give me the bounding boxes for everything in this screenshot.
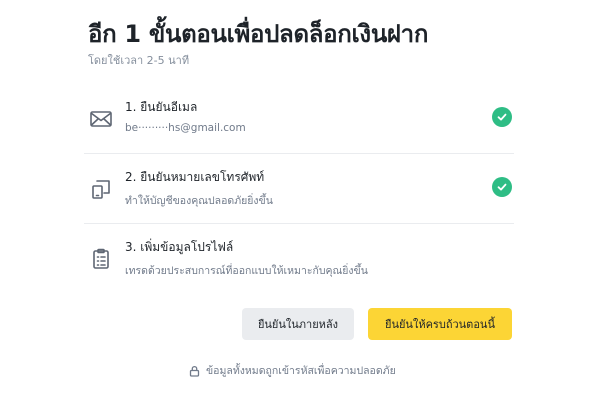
verification-steps: 1. ยืนยันอีเมล be·········hs@gmail.com 2… — [84, 84, 514, 294]
step-verify-phone[interactable]: 2. ยืนยันหมายเลขโทรศัพท์ ทำให้บัญชีของคุ… — [84, 154, 514, 224]
step-title: 3. เพิ่มข้อมูลโปรไฟล์ — [125, 240, 234, 254]
check-icon — [492, 107, 512, 127]
lock-icon — [189, 365, 200, 377]
email-value: be·········hs@gmail.com — [125, 122, 246, 134]
step-description: ทำให้บัญชีของคุณปลอดภัยยิ่งขึ้น — [125, 195, 273, 207]
mail-icon — [88, 106, 114, 132]
step-add-profile[interactable]: 3. เพิ่มข้อมูลโปรไฟล์ เทรดด้วยประสบการณ์… — [84, 224, 514, 294]
page-title: อีก 1 ขั้นตอนเพื่อปลดล็อกเงินฝาก — [88, 20, 429, 48]
security-note-text: ข้อมูลทั้งหมดถูกเข้ารหัสเพื่อความปลอดภัย — [206, 365, 396, 377]
step-title: 2. ยืนยันหมายเลขโทรศัพท์ — [125, 170, 265, 184]
clipboard-icon — [88, 246, 114, 272]
step-description: เทรดด้วยประสบการณ์ที่ออกแบบให้เหมาะกับคุ… — [125, 265, 368, 277]
verify-later-button[interactable]: ยืนยันในภายหลัง — [242, 308, 354, 340]
check-icon — [492, 177, 512, 197]
security-note: ข้อมูลทั้งหมดถูกเข้ารหัสเพื่อความปลอดภัย — [189, 362, 396, 379]
verify-now-button[interactable]: ยืนยันให้ครบถ้วนตอนนี้ — [368, 308, 512, 340]
step-verify-email[interactable]: 1. ยืนยันอีเมล be·········hs@gmail.com — [84, 84, 514, 154]
step-title: 1. ยืนยันอีเมล — [125, 100, 198, 114]
phone-icon — [88, 176, 114, 202]
page-subtitle: โดยใช้เวลา 2-5 นาที — [88, 54, 190, 67]
